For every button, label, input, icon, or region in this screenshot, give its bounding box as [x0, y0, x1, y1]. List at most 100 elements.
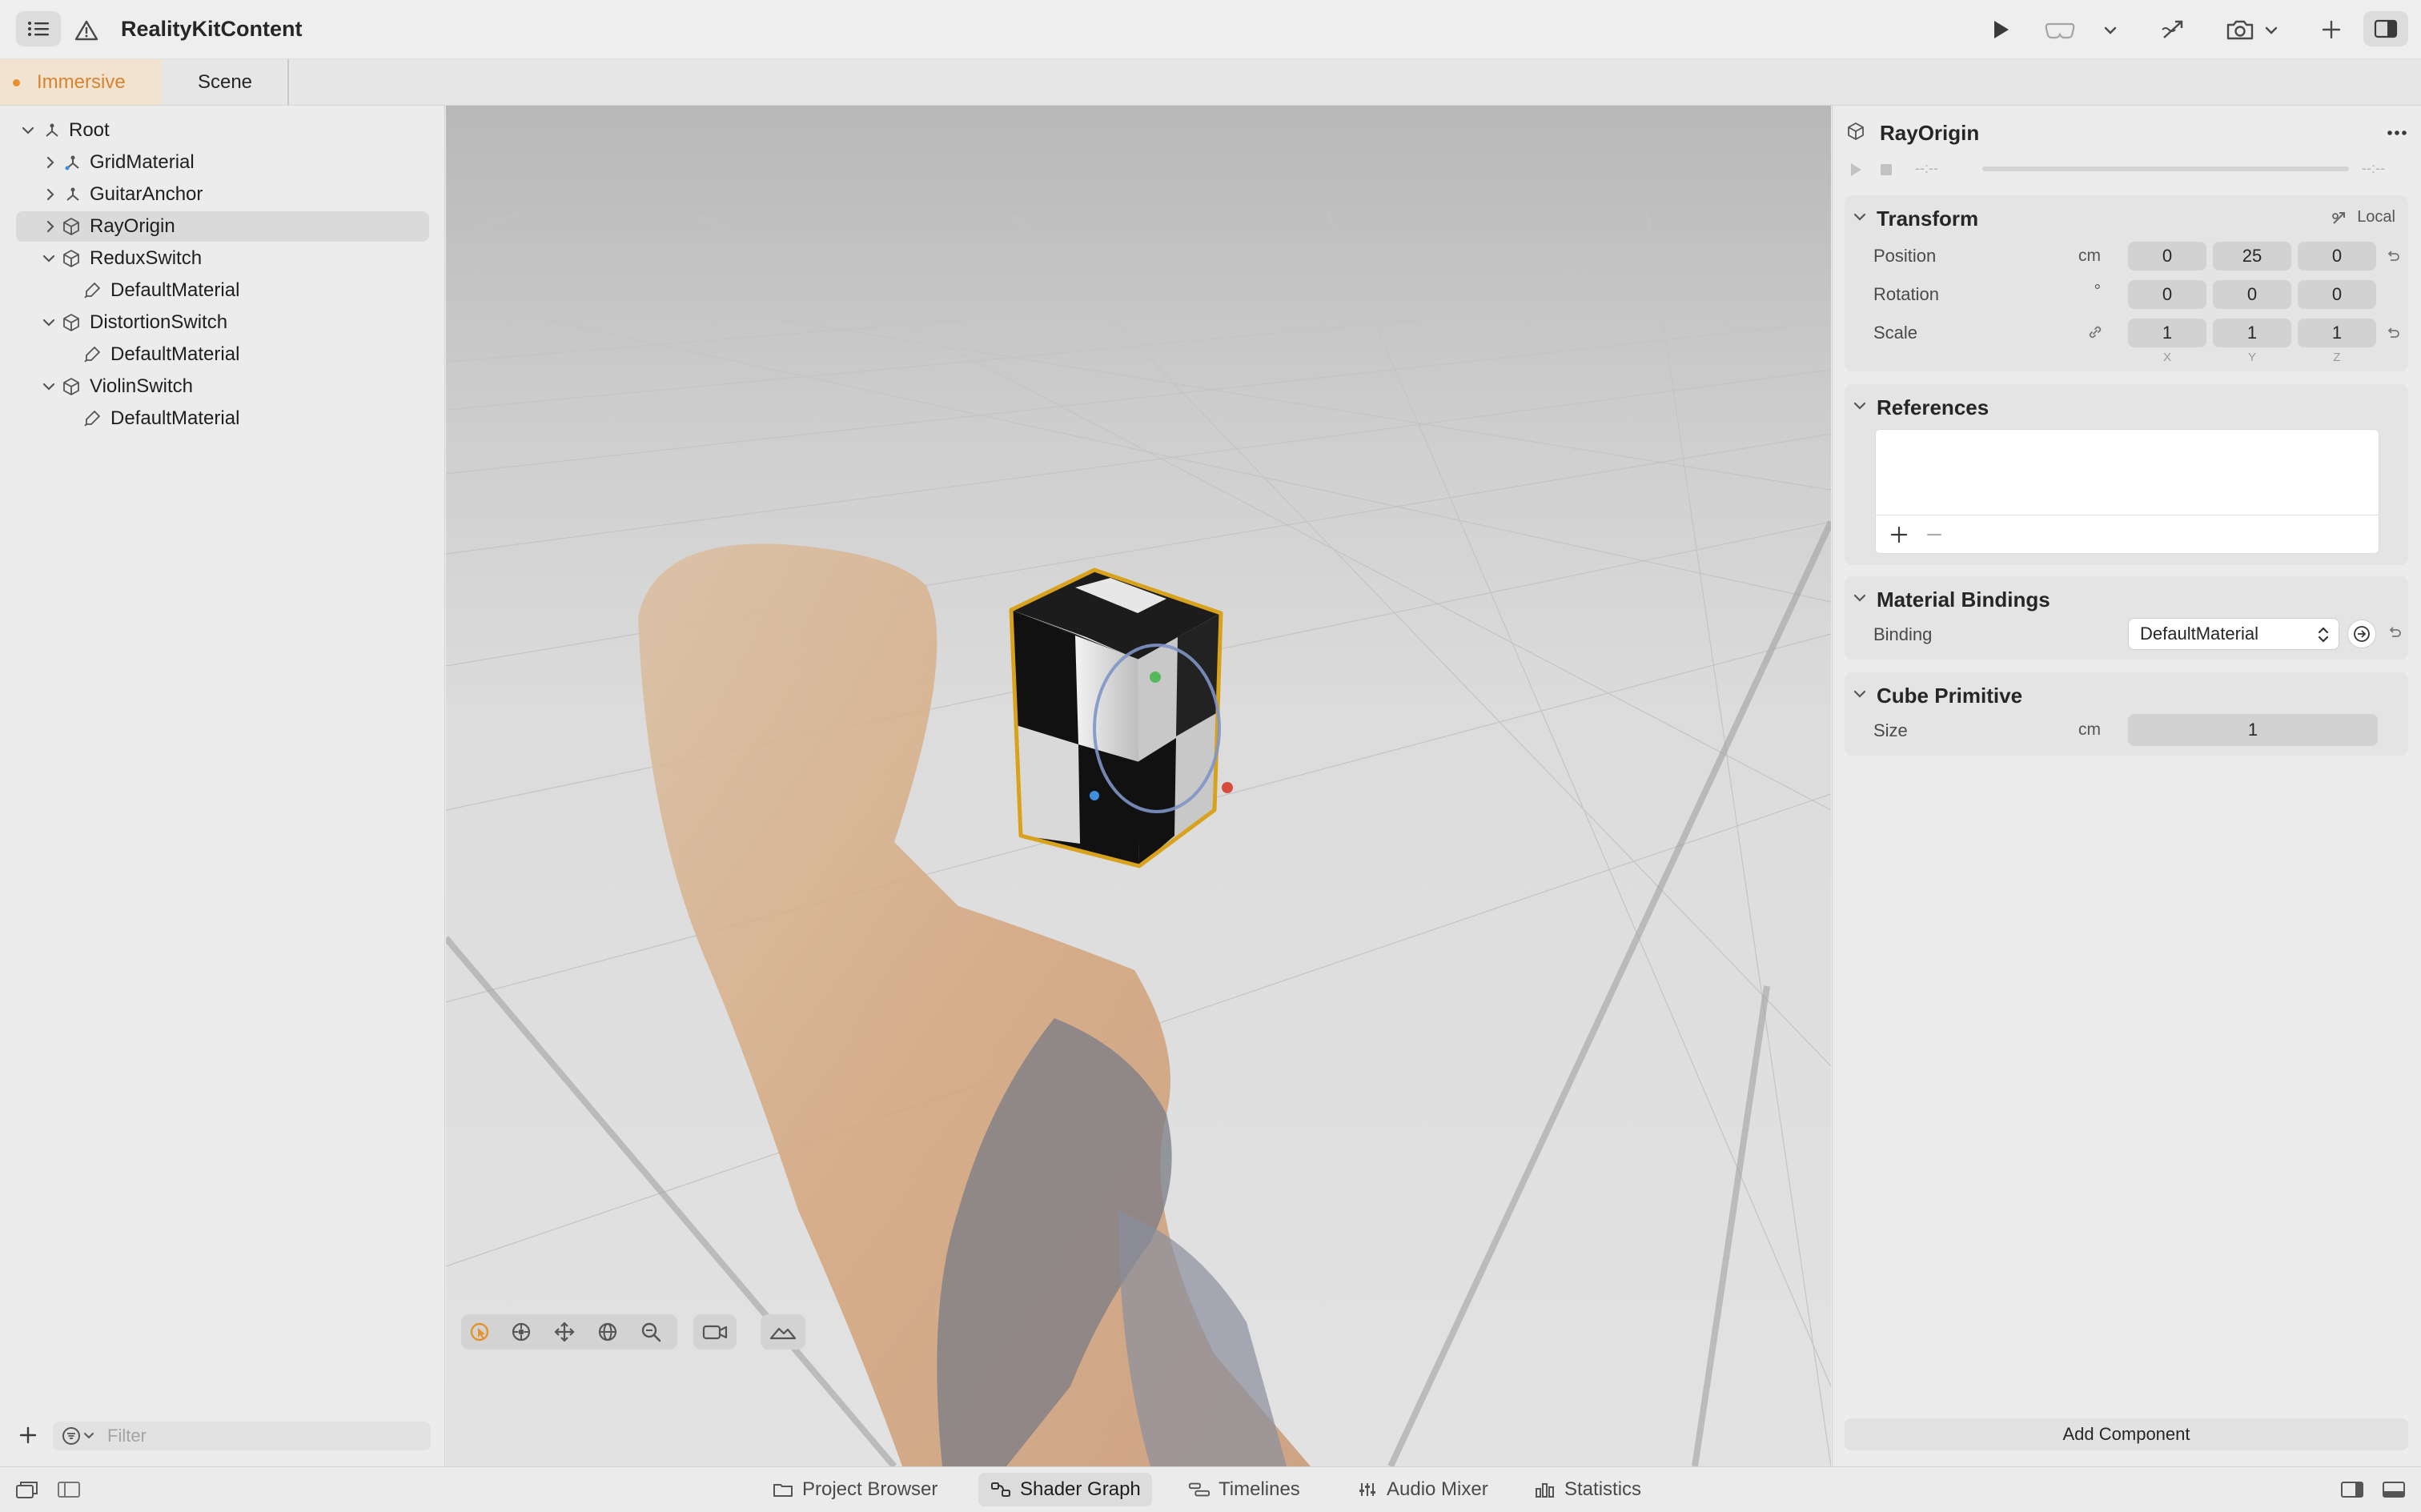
add-reference-button[interactable] [1887, 523, 1911, 547]
move-tool-button[interactable] [548, 1317, 580, 1346]
tree-item-violinswitch[interactable]: ViolinSwitch [16, 371, 429, 402]
rotation-y-field[interactable]: 0 [2213, 280, 2291, 309]
collapse-chevron-icon[interactable] [1851, 397, 1869, 415]
tab-label: Timelines [1219, 1478, 1300, 1500]
cube-icon [61, 312, 82, 333]
filter-input[interactable] [107, 1423, 420, 1449]
tab-immersive[interactable]: Immersive [0, 59, 162, 105]
tree-item-distortionswitch[interactable]: DistortionSwitch [16, 307, 429, 338]
filter-menu-icon[interactable] [61, 1426, 99, 1446]
tree-item-guitaranchor[interactable]: GuitarAnchor [16, 179, 429, 210]
tree-item-label: DefaultMaterial [110, 279, 240, 301]
animation-stop-button[interactable] [1877, 160, 1896, 179]
sidebar-right-icon [2341, 1482, 2363, 1498]
orbit-tool-button[interactable] [505, 1317, 537, 1346]
collapse-chevron-icon[interactable] [1851, 685, 1869, 703]
tree-item-rayorigin[interactable]: RayOrigin [16, 211, 429, 242]
rotation-x-field[interactable]: 0 [2128, 280, 2206, 309]
select-tool-button[interactable] [464, 1317, 496, 1346]
list-icon [28, 22, 49, 36]
disclosure-collapsed-icon[interactable] [42, 218, 59, 235]
collapse-chevron-icon[interactable] [1851, 208, 1869, 226]
vision-device-button[interactable] [2038, 14, 2082, 46]
camera-menu-button[interactable] [2259, 14, 2283, 46]
cube-icon [61, 248, 82, 269]
camera-button[interactable] [2218, 13, 2262, 46]
animation-current-time: --:-- [1915, 160, 1938, 176]
camera-view-button[interactable] [699, 1317, 731, 1346]
rotation-z-field[interactable]: 0 [2298, 280, 2376, 309]
binding-select[interactable]: DefaultMaterial [2128, 618, 2339, 650]
tree-item-reduxswitch[interactable]: ReduxSwitch [16, 243, 429, 274]
disclosure-expanded-icon[interactable] [40, 250, 58, 267]
disclosure-expanded-icon[interactable] [19, 122, 37, 139]
space-label: Local [2357, 208, 2395, 226]
window-layout-button[interactable] [13, 1478, 42, 1502]
position-x-field[interactable]: 0 [2128, 242, 2206, 271]
navigate-to-material-button[interactable] [2347, 620, 2376, 648]
tab-immersive-label: Immersive [37, 70, 126, 93]
disclosure-collapsed-icon[interactable] [42, 154, 59, 171]
filter-field[interactable] [53, 1422, 431, 1450]
scale-z-field[interactable]: 1 [2298, 319, 2376, 347]
rotate-tool-button[interactable] [592, 1317, 624, 1346]
tree-item-defaultmaterial[interactable]: DefaultMaterial [16, 339, 429, 370]
send-to-device-button[interactable] [2154, 13, 2194, 46]
more-options-button[interactable] [2383, 122, 2411, 144]
remove-reference-button[interactable] [1922, 523, 1946, 547]
reset-binding-button[interactable] [2386, 624, 2403, 642]
tree-item-defaultmaterial[interactable]: DefaultMaterial [16, 275, 429, 306]
animation-play-button[interactable] [1846, 160, 1865, 179]
references-list[interactable] [1875, 429, 2379, 554]
selected-cube[interactable] [1009, 568, 1233, 868]
tab-project-browser[interactable]: Project Browser [761, 1473, 949, 1506]
reset-position-button[interactable] [2384, 248, 2402, 266]
environment-button[interactable] [767, 1317, 799, 1346]
warning-icon [74, 20, 98, 41]
local-space-toggle[interactable]: Local [2330, 208, 2395, 227]
tree-item-defaultmaterial[interactable]: DefaultMaterial [16, 403, 429, 434]
scale-y-field[interactable]: 1 [2213, 319, 2291, 347]
tab-shader-graph[interactable]: Shader Graph [978, 1473, 1152, 1506]
play-button[interactable] [1981, 13, 2021, 46]
disclosure-expanded-icon[interactable] [40, 314, 58, 331]
position-z-field[interactable]: 0 [2298, 242, 2376, 271]
scale-x-field[interactable]: 1 [2128, 319, 2206, 347]
bottom-panel-icon [2383, 1482, 2405, 1498]
material-bindings-component: Material Bindings Binding DefaultMateria… [1845, 576, 2408, 660]
tree-item-gridmaterial[interactable]: GridMaterial [16, 147, 429, 178]
zoom-tool-button[interactable] [635, 1317, 667, 1346]
add-component-button[interactable]: Add Component [1845, 1418, 2408, 1450]
inspector-title: RayOrigin [1880, 121, 1980, 145]
device-menu-button[interactable] [2096, 14, 2125, 46]
reset-scale-button[interactable] [2384, 325, 2402, 343]
tab-timelines[interactable]: Timelines [1177, 1473, 1311, 1506]
reset-arrow-icon [2387, 251, 2399, 261]
toggle-inspector-panel-button[interactable] [2338, 1478, 2367, 1502]
timelines-icon [1188, 1480, 1210, 1499]
navigator-toggle-button[interactable] [16, 11, 61, 46]
add-entity-button[interactable] [14, 1422, 42, 1449]
position-y-field[interactable]: 25 [2213, 242, 2291, 271]
size-field[interactable]: 1 [2128, 714, 2378, 746]
rotate-globe-icon [598, 1322, 617, 1342]
toggle-bottom-panel-button[interactable] [2379, 1478, 2408, 1502]
inspector-toggle-button[interactable] [2363, 11, 2408, 46]
animation-timeline-slider[interactable] [1982, 166, 2349, 171]
toggle-left-panel-button[interactable] [54, 1478, 83, 1502]
tab-audio-mixer[interactable]: Audio Mixer [1345, 1473, 1500, 1506]
collapse-chevron-icon[interactable] [1851, 589, 1869, 607]
axis-x-label: X [2162, 351, 2171, 364]
tab-scene-label: Scene [197, 70, 253, 93]
tab-statistics[interactable]: Statistics [1523, 1473, 1652, 1506]
tree-item-label: RayOrigin [90, 215, 175, 237]
tree-item-root[interactable]: Root [16, 115, 429, 146]
add-button[interactable] [2314, 13, 2349, 46]
tab-scene[interactable]: Scene [163, 59, 289, 105]
link-scale-button[interactable] [2086, 323, 2104, 341]
disclosure-collapsed-icon[interactable] [42, 186, 59, 203]
warning-button[interactable] [70, 14, 102, 46]
scene-viewport[interactable] [446, 106, 1831, 1466]
play-icon [1994, 21, 2009, 38]
disclosure-expanded-icon[interactable] [40, 378, 58, 395]
